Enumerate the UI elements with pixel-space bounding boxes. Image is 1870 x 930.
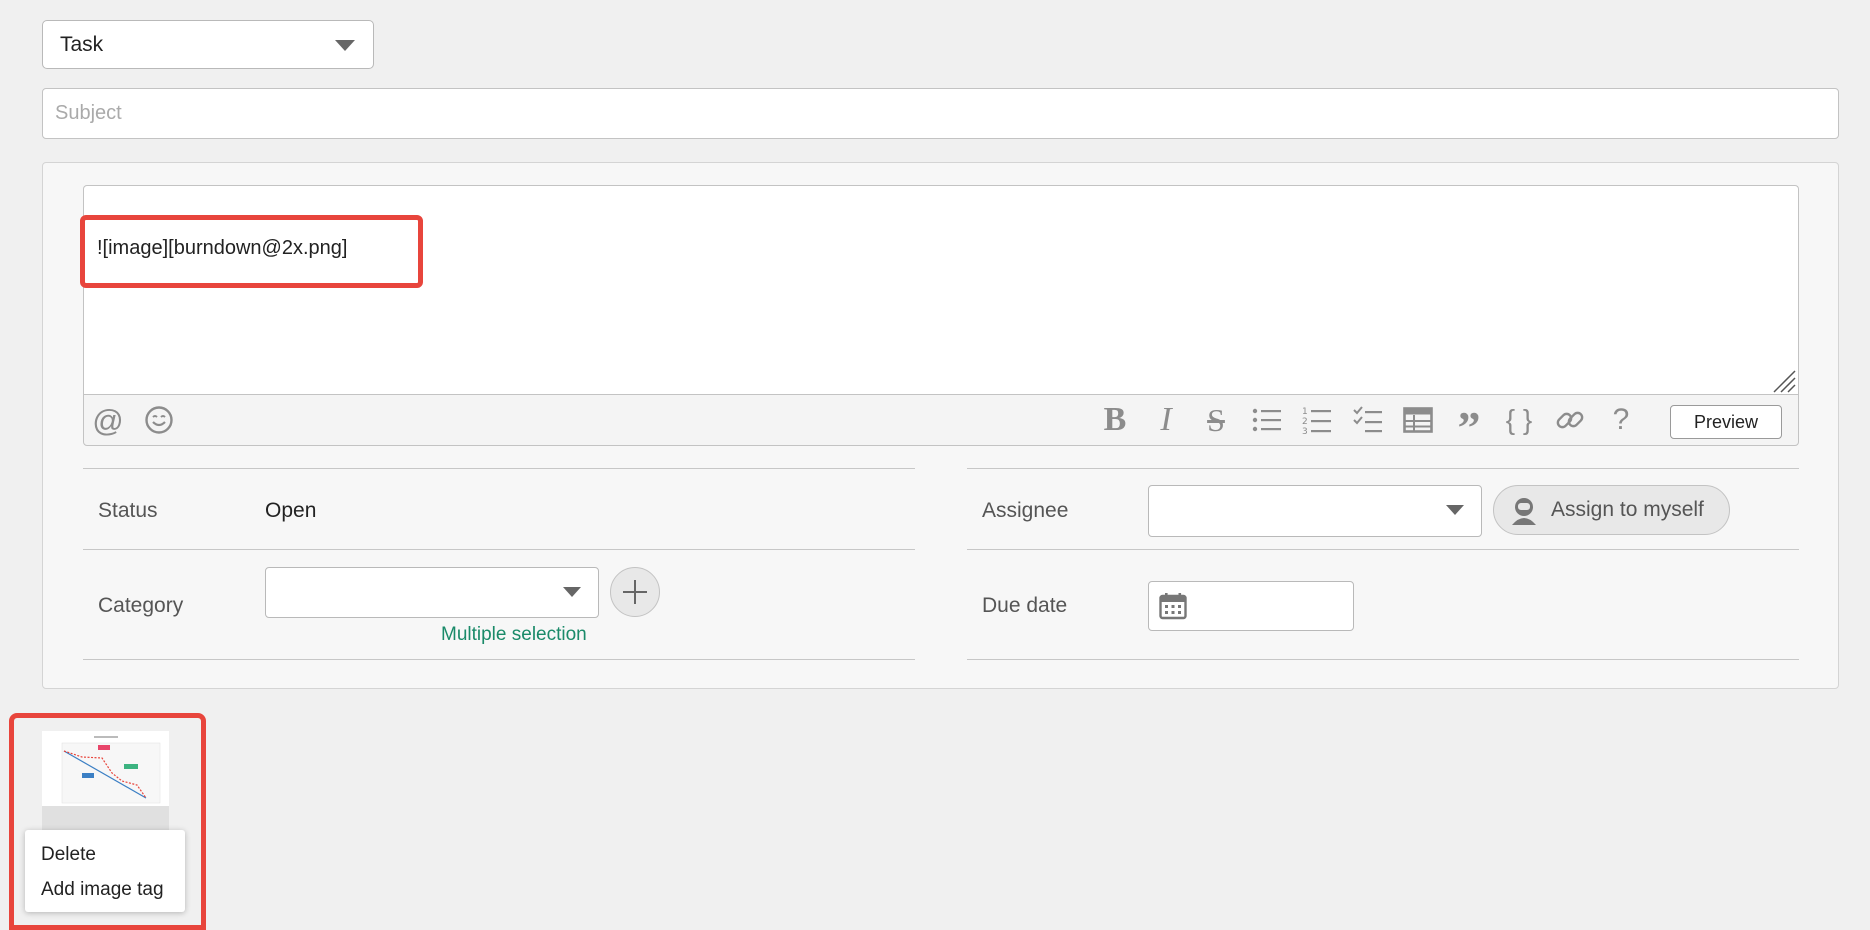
preview-button[interactable]: Preview (1670, 405, 1782, 439)
assign-to-myself-label: Assign to myself (1551, 498, 1704, 521)
editor-toolbar: @ B I S 123 ” { } ? Preview (83, 394, 1799, 451)
divider (83, 549, 915, 550)
category-label: Category (98, 594, 184, 617)
chevron-down-icon (335, 40, 355, 51)
quote-icon[interactable]: ” (1452, 403, 1486, 451)
issue-type-value: Task (60, 32, 104, 56)
link-icon[interactable] (1553, 403, 1587, 437)
svg-text:1: 1 (1302, 407, 1308, 417)
calendar-icon (1159, 593, 1187, 620)
subject-input[interactable] (42, 88, 1839, 139)
divider (967, 659, 1799, 660)
due-date-label: Due date (982, 594, 1068, 617)
svg-text:2: 2 (1302, 417, 1308, 427)
add-category-button[interactable] (610, 567, 660, 617)
issue-type-select[interactable]: Task (42, 20, 374, 69)
divider (83, 468, 915, 469)
assignee-label: Assignee (982, 499, 1069, 522)
checklist-icon[interactable] (1351, 403, 1385, 437)
divider (967, 549, 1799, 550)
svg-text:3: 3 (1302, 427, 1308, 435)
assignee-select[interactable] (1148, 485, 1482, 537)
bold-icon[interactable]: B (1098, 403, 1132, 437)
help-icon[interactable]: ? (1604, 403, 1638, 437)
mention-icon[interactable]: @ (91, 403, 125, 437)
chevron-down-icon (1446, 505, 1464, 515)
due-date-input[interactable] (1148, 581, 1354, 631)
status-label: Status (98, 499, 158, 522)
emoji-icon[interactable] (142, 403, 176, 437)
highlight-box (80, 215, 423, 288)
table-icon[interactable] (1401, 403, 1435, 437)
numbered-list-icon[interactable]: 123 (1300, 403, 1334, 437)
strikethrough-icon[interactable]: S (1199, 403, 1233, 437)
divider (967, 468, 1799, 469)
status-value[interactable]: Open (265, 499, 316, 523)
divider (83, 659, 915, 660)
bullet-list-icon[interactable] (1250, 403, 1284, 437)
resize-handle-icon[interactable] (1770, 367, 1796, 393)
code-icon[interactable]: { } (1502, 403, 1536, 437)
chevron-down-icon (563, 587, 581, 597)
assign-to-myself-button[interactable]: Assign to myself (1493, 485, 1730, 535)
category-select[interactable] (265, 567, 599, 618)
multiple-selection-link[interactable]: Multiple selection (441, 624, 587, 646)
user-avatar-icon (1512, 498, 1536, 525)
italic-icon[interactable]: I (1149, 403, 1183, 437)
highlight-box (9, 713, 206, 930)
